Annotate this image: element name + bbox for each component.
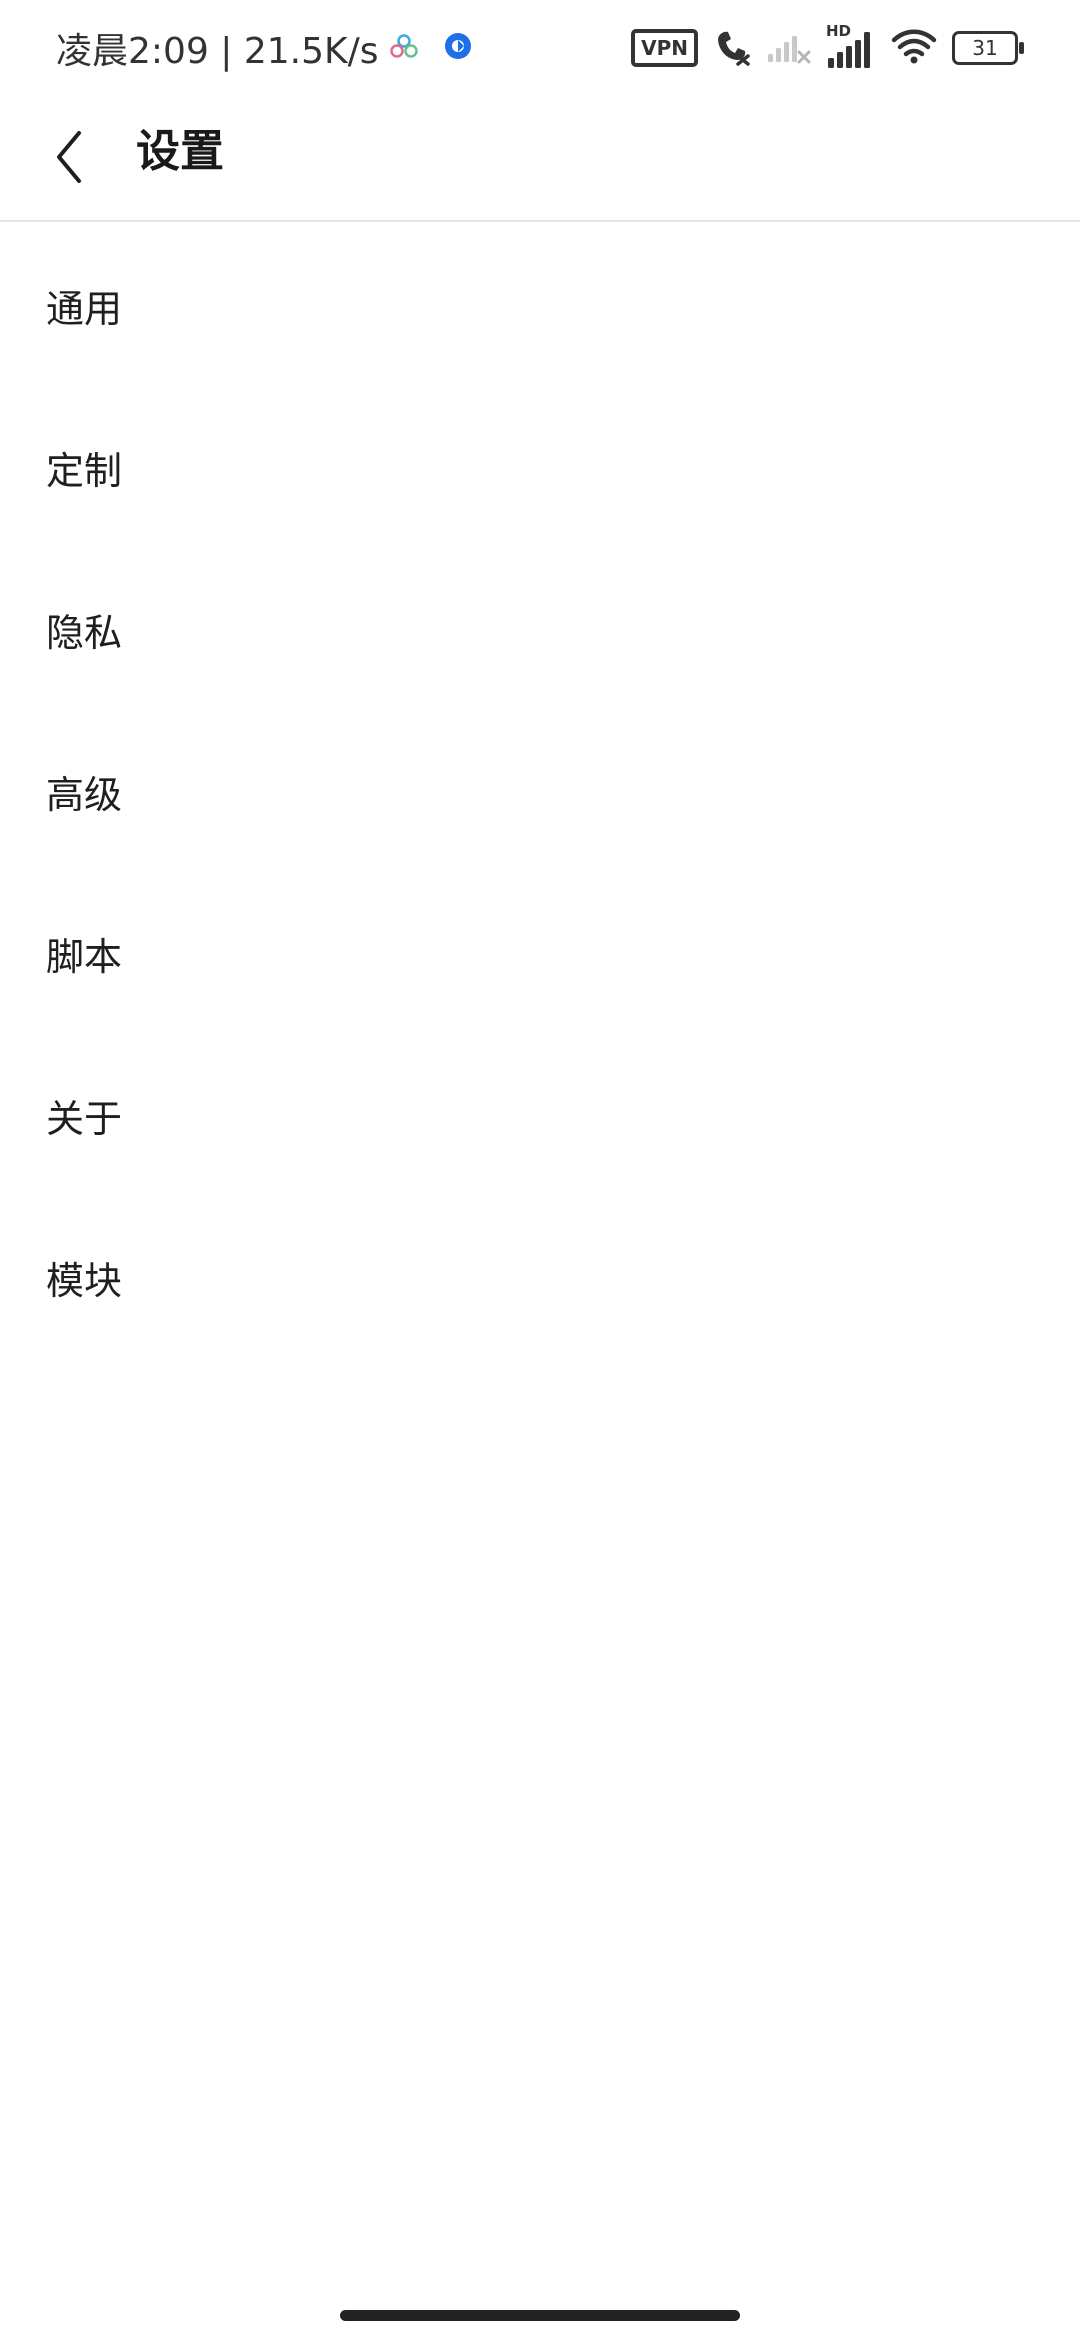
menu-item-advanced[interactable]: 高级: [0, 710, 1080, 872]
no-signal-icon: [766, 26, 812, 70]
menu-item-label: 隐私: [46, 610, 123, 655]
app-bar: 设置: [0, 96, 1080, 222]
page-title: 设置: [136, 126, 224, 177]
menu-item-customize[interactable]: 定制: [0, 386, 1080, 548]
status-right: VPN HD 31: [631, 22, 1024, 72]
chevron-left-icon: [51, 129, 87, 189]
vpn-icon: VPN: [631, 29, 698, 67]
cluster-app-icon: [389, 33, 419, 63]
menu-item-module[interactable]: 模块: [0, 1196, 1080, 1358]
menu-item-label: 高级: [46, 772, 123, 817]
menu-item-privacy[interactable]: 隐私: [0, 548, 1080, 710]
back-button[interactable]: [34, 114, 104, 204]
hd-signal-icon: HD: [826, 22, 876, 70]
battery-icon: 31: [952, 31, 1024, 65]
vpn-label: VPN: [641, 36, 688, 60]
wifi-icon: [890, 26, 938, 70]
home-indicator[interactable]: [340, 2310, 740, 2321]
status-time-speed: 凌晨2:09 | 21.5K/s: [56, 31, 379, 72]
menu-item-label: 关于: [46, 1096, 123, 1141]
menu-item-label: 模块: [46, 1258, 123, 1303]
call-off-icon: [712, 26, 752, 70]
menu-item-general[interactable]: 通用: [0, 224, 1080, 386]
menu-item-label: 定制: [46, 448, 123, 493]
menu-item-about[interactable]: 关于: [0, 1034, 1080, 1196]
battery-level: 31: [972, 36, 998, 60]
blue-app-icon: [443, 31, 473, 65]
menu-item-label: 通用: [46, 286, 123, 331]
menu-item-script[interactable]: 脚本: [0, 872, 1080, 1034]
status-bar: 凌晨2:09 | 21.5K/s VPN HD 31: [0, 0, 1080, 96]
status-left: 凌晨2:09 | 21.5K/s: [56, 22, 473, 74]
settings-screen: 凌晨2:09 | 21.5K/s VPN HD 31 设置 通用 定制 隐私 高…: [0, 0, 1080, 2340]
settings-menu: 通用 定制 隐私 高级 脚本 关于 模块: [0, 224, 1080, 1358]
menu-item-label: 脚本: [46, 934, 123, 979]
